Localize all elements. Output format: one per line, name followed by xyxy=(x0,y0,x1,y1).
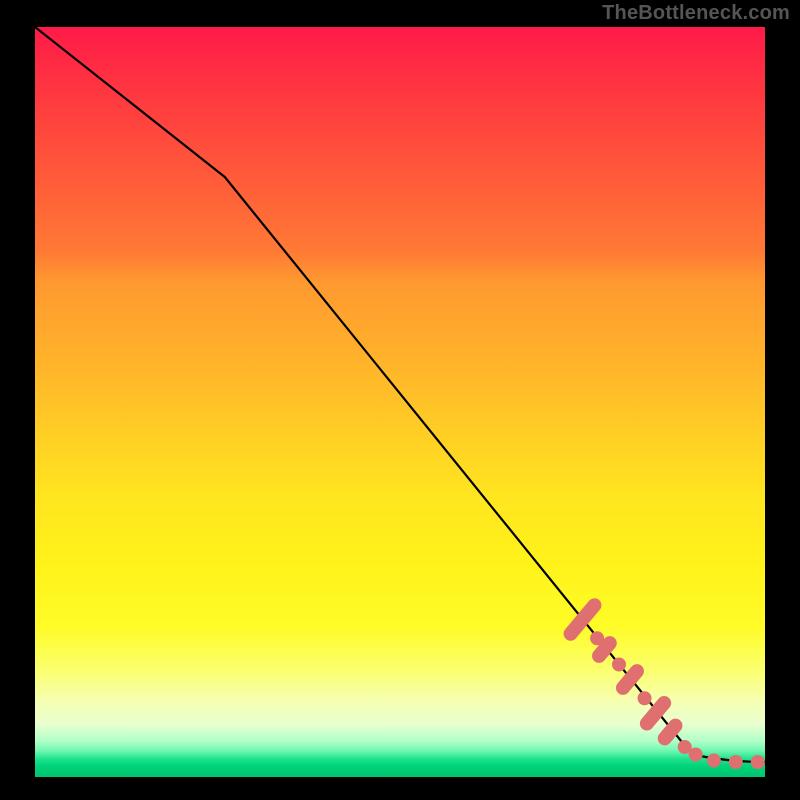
plot-svg xyxy=(35,27,765,777)
marker-dot xyxy=(729,755,743,769)
chart-frame: TheBottleneck.com xyxy=(0,0,800,800)
marker-dot xyxy=(612,658,626,672)
bottleneck-curve xyxy=(35,27,765,762)
marker-dot xyxy=(707,754,721,768)
marker-dot xyxy=(751,755,765,769)
marker-dot xyxy=(638,691,652,705)
marker-dot xyxy=(689,748,703,762)
plot-area xyxy=(35,27,765,777)
watermark-text: TheBottleneck.com xyxy=(602,2,790,25)
data-markers xyxy=(561,595,765,769)
